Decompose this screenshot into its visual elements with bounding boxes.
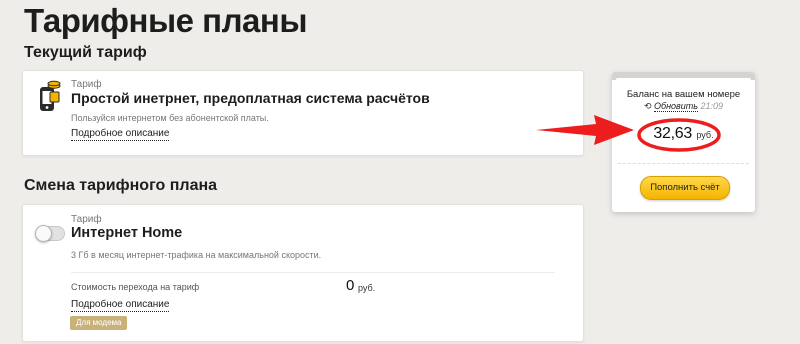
current-tariff-description: Пользуйся интернетом без абонентской пла… [71, 113, 269, 123]
current-tariff-heading: Текущий тариф [24, 44, 147, 61]
current-tariff-details-link[interactable]: Подробное описание [71, 128, 170, 141]
refresh-link[interactable]: Обновить [654, 101, 698, 112]
change-tariff-heading: Смена тарифного плана [24, 177, 218, 194]
phone-with-coins-icon [40, 80, 61, 111]
balance-perforation [618, 163, 749, 164]
red-arrow-annotation [536, 115, 634, 145]
current-tariff-name: Простой инетрнет, предоплатная система р… [71, 90, 430, 106]
switch-cost-unit: руб. [358, 283, 376, 293]
switch-cost-label: Стоимость перехода на тариф [71, 282, 200, 292]
change-tariff-label: Тариф [71, 214, 102, 225]
page-title: Тарифные планы [24, 2, 308, 39]
toggle-knob [35, 225, 52, 242]
modem-badge: Для модема [70, 316, 128, 330]
change-tariff-name: Интернет Home [71, 225, 183, 241]
change-tariff-details-link[interactable]: Подробное описание [71, 299, 170, 312]
current-tariff-label: Тариф [71, 79, 102, 90]
topup-button[interactable]: Пополнить счёт [640, 176, 730, 200]
red-ellipse-annotation [637, 118, 721, 152]
refresh-time: 21:09 [700, 101, 724, 111]
switch-cost-value: 0 [346, 277, 355, 294]
balance-title: Баланс на вашем номере [626, 89, 741, 100]
switch-cost-divider [71, 272, 555, 273]
refresh-icon[interactable]: ⟲ [644, 101, 652, 111]
balance-widget-slot [616, 78, 751, 82]
tariff-toggle[interactable] [35, 225, 65, 242]
change-tariff-description: 3 Гб в месяц интернет-трафика на максима… [71, 250, 322, 260]
